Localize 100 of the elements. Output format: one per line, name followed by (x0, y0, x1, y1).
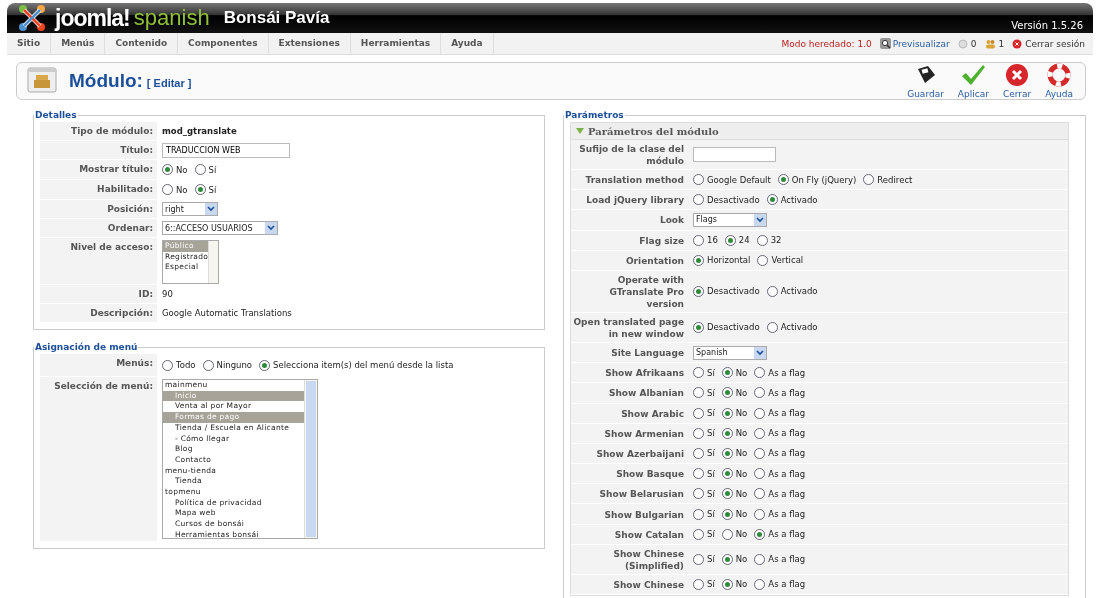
radio-button[interactable] (693, 174, 704, 186)
radio-button[interactable] (693, 528, 704, 540)
option-label: Sí (707, 387, 715, 398)
option-label: As a flag (768, 529, 806, 540)
option-label: No (735, 509, 748, 520)
radio-button[interactable] (693, 553, 704, 565)
menu-item[interactable]: Menús (51, 33, 106, 54)
radio-button[interactable] (766, 285, 778, 297)
radio-button[interactable] (693, 508, 704, 520)
accordion-header[interactable]: Parámetros del módulo (570, 122, 1069, 140)
logout-link[interactable]: Cerrar sesión (1012, 38, 1085, 49)
menu-item[interactable]: Extensiones (268, 33, 351, 54)
select-field[interactable]: right (162, 202, 218, 216)
radio-button[interactable] (721, 578, 733, 590)
radio-button[interactable] (194, 184, 206, 195)
field-label: Posición: (40, 200, 157, 218)
radio-button[interactable] (777, 174, 789, 186)
radio-button[interactable] (754, 447, 766, 459)
radio-button[interactable] (202, 359, 214, 371)
save-button[interactable]: Guardar (905, 63, 946, 99)
menu-item[interactable]: Sitio (7, 33, 52, 54)
radio-button[interactable] (693, 367, 704, 379)
menu-item[interactable]: Herramientas (350, 33, 442, 54)
select-field[interactable]: Flags (693, 212, 767, 227)
radio-button[interactable] (721, 488, 733, 500)
radio-button[interactable] (754, 387, 766, 399)
radio-button[interactable] (721, 407, 733, 419)
radio-button[interactable] (754, 528, 766, 540)
text-field[interactable]: TRADUCCIÓN WEB (162, 142, 290, 158)
radio-button[interactable] (693, 321, 704, 333)
radio-button[interactable] (863, 174, 875, 186)
radio-button[interactable] (162, 359, 173, 371)
radio-button[interactable] (693, 427, 704, 439)
radio-button[interactable] (721, 387, 733, 399)
radio-button[interactable] (721, 427, 733, 439)
close-button[interactable]: Cerrar (1000, 63, 1034, 99)
menu-item[interactable]: Ayuda (441, 33, 494, 54)
radio-button[interactable] (721, 553, 733, 565)
radio-button[interactable] (693, 407, 704, 419)
radio-button[interactable] (721, 447, 733, 459)
radio-button[interactable] (693, 488, 704, 500)
radio-button[interactable] (721, 367, 733, 379)
radio-button[interactable] (754, 488, 766, 500)
radio-button[interactable] (721, 468, 733, 480)
option-label: Desactivado (707, 286, 760, 297)
radio-button[interactable] (754, 553, 766, 565)
scrollbar-thumb[interactable] (306, 381, 316, 537)
radio-button[interactable] (162, 184, 173, 195)
radio-button[interactable] (756, 234, 768, 246)
menu-item[interactable]: Contenido (105, 33, 179, 54)
radio-button[interactable] (754, 578, 766, 590)
brand-suffix: spanish (133, 5, 210, 31)
caret-icon (754, 213, 766, 226)
radio-button[interactable] (259, 359, 271, 371)
radio-button[interactable] (766, 321, 778, 333)
radio-button[interactable] (754, 508, 766, 520)
users-count[interactable]: 1 (984, 38, 1005, 49)
preview-link[interactable]: Previsualizar (879, 38, 950, 49)
radio-button[interactable] (693, 468, 704, 480)
radio-button[interactable] (754, 367, 766, 379)
radio-button[interactable] (693, 578, 704, 590)
radio-button[interactable] (757, 254, 769, 266)
select-field[interactable]: 6::ACCESO USUARIOS (162, 221, 278, 235)
radio-button[interactable] (194, 164, 206, 175)
caret-icon (205, 203, 217, 215)
apply-button[interactable]: Aplicar (955, 63, 991, 99)
radio-button[interactable] (693, 194, 704, 206)
section-title: Detalles (34, 110, 78, 120)
field-value: mod_gtranslate (162, 126, 237, 136)
option-label: Sí (208, 184, 217, 195)
messages-count[interactable]: 0 (957, 38, 977, 49)
option-label: Sí (707, 554, 715, 565)
menu-item[interactable]: Componentes (178, 33, 269, 54)
option-label: Sí (707, 529, 715, 540)
check-icon (960, 63, 987, 87)
option-label: Sí (707, 579, 715, 590)
radio-button[interactable] (721, 508, 733, 520)
listbox[interactable] (162, 379, 318, 539)
radio-button[interactable] (754, 407, 766, 419)
radio-button[interactable] (754, 468, 766, 480)
radio-button[interactable] (693, 285, 704, 297)
text-field[interactable] (693, 147, 776, 162)
radio-button[interactable] (754, 427, 766, 439)
option-label: No (735, 387, 748, 398)
option-label: No (176, 164, 188, 175)
radio-button[interactable] (693, 387, 704, 399)
radio-button[interactable] (693, 447, 704, 459)
radio-button[interactable] (162, 164, 173, 175)
radio-button[interactable] (724, 234, 736, 246)
option-label: Activado (780, 322, 818, 333)
radio-button[interactable] (766, 194, 778, 206)
option-label: Desactivado (707, 194, 760, 205)
select-field[interactable]: Spanish (693, 345, 767, 360)
radio-button[interactable] (693, 254, 704, 266)
option-label: Activado (780, 194, 818, 205)
option-label: 24 (738, 235, 750, 246)
help-button[interactable]: Ayuda (1043, 63, 1075, 99)
radio-button[interactable] (693, 234, 704, 246)
field-label: Habilitado: (40, 180, 157, 199)
radio-button[interactable] (721, 528, 733, 540)
